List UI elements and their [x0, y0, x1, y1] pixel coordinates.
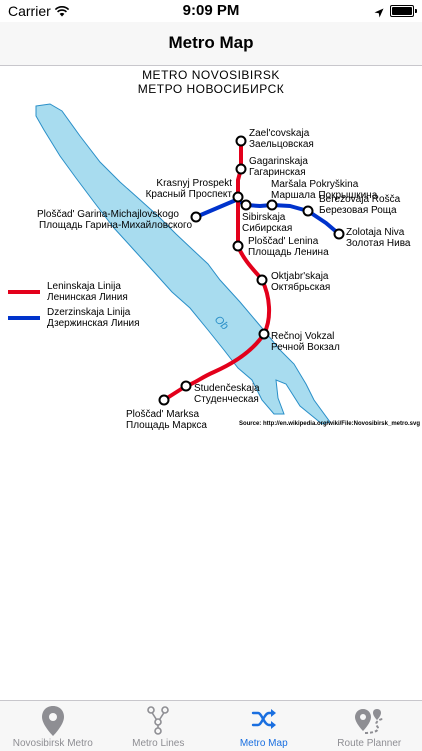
tab-route-planner[interactable]: Route Planner [317, 701, 422, 751]
legend-label: Dzerzinskaja Linija [47, 307, 131, 318]
station-label: Maršala Pokryškina [271, 179, 359, 190]
station-label: Площадь Ленина [248, 247, 329, 258]
map-title-latin: METRO NOVOSIBIRSK [142, 68, 280, 82]
map-title-cyrillic: МЕТРО НОВОСИБИРСК [138, 82, 285, 96]
station-marker[interactable] [192, 213, 201, 222]
station-marker[interactable] [304, 207, 313, 216]
page-title: Metro Map [0, 33, 422, 53]
tab-metro-map[interactable]: Metro Map [211, 701, 317, 751]
station-label: Заельцовская [249, 139, 314, 150]
map-pin-icon [40, 705, 66, 742]
station-label: Studenčeskaja [194, 383, 260, 394]
legend-label: Leninskaja Linija [47, 281, 121, 292]
station-label: Сибирская [242, 222, 292, 234]
station-marker[interactable] [335, 230, 344, 239]
station-label: Студенческая [194, 394, 259, 405]
station-marker[interactable] [237, 137, 246, 146]
station-label: Речной Вокзал [271, 342, 340, 353]
station-label: Октябрьская [271, 281, 330, 293]
station-label: Гагаринская [249, 167, 306, 178]
tab-metro-lines[interactable]: Metro Lines [106, 701, 212, 751]
navigation-bar: Metro Map [0, 22, 422, 66]
tab-novosibirsk-metro[interactable]: Novosibirsk Metro [0, 701, 106, 751]
tab-label: Metro Map [211, 738, 317, 749]
station-marker[interactable] [268, 201, 277, 210]
station-label: Площадь Гарина-Михайловского [39, 220, 192, 231]
legend-label: Ленинская Линия [47, 292, 128, 303]
tab-label: Metro Lines [106, 738, 212, 749]
station-label: Ploščad' Garina-Michajlovskogo [37, 209, 179, 220]
tab-label: Novosibirsk Metro [0, 738, 106, 749]
station-marker[interactable] [260, 330, 269, 339]
station-label: Rečnoj Vokzal [271, 331, 334, 342]
status-bar: Carrier 9:09 PM [0, 0, 422, 22]
ob-river [36, 104, 330, 424]
station-marker[interactable] [258, 276, 267, 285]
battery-icon [390, 5, 414, 17]
station-label: Zael'covskaja [249, 128, 310, 139]
station-label: Zolotaja Niva [346, 227, 405, 238]
station-label: Gagarinskaja [249, 156, 308, 167]
station-marker[interactable] [160, 396, 169, 405]
station-label: Oktjabr'skaja [271, 271, 329, 282]
route-pin-icon [353, 705, 385, 742]
station-label: Золотая Нива [346, 238, 411, 249]
station-marker[interactable] [242, 201, 251, 210]
network-icon [145, 705, 171, 740]
station-label: Березовая Роща [319, 205, 397, 216]
tab-bar: Novosibirsk Metro Metro Lines [0, 700, 422, 751]
station-marker[interactable] [234, 242, 243, 251]
source-credit: Source: http://en.wikipedia.org/wiki/Fil… [239, 421, 420, 427]
shuffle-icon [250, 705, 278, 738]
station-label: Красный Проспект [146, 189, 233, 200]
legend-label: Дзержинская Линия [47, 318, 140, 329]
clock: 9:09 PM [0, 2, 422, 19]
station-marker[interactable] [237, 165, 246, 174]
tab-label: Route Planner [317, 738, 422, 749]
station-label: Krasnyj Prospekt [156, 178, 232, 189]
station-label: Ploščad' Marksa [126, 409, 199, 420]
station-label: Площадь Маркса [126, 420, 207, 431]
metro-map-svg: Ob METRO NOVOSIBIRSK МЕТРО НОВОСИБИРСК Z [0, 66, 422, 700]
station-marker[interactable] [182, 382, 191, 391]
station-label: Berezovaja Rošča [319, 194, 401, 205]
station-label: Ploščad' Lenina [248, 236, 319, 247]
station-marker[interactable] [234, 193, 243, 202]
station-label: Sibirskaja [242, 212, 286, 223]
metro-map[interactable]: Ob METRO NOVOSIBIRSK МЕТРО НОВОСИБИРСК Z [0, 66, 422, 700]
location-arrow-icon [374, 5, 384, 23]
